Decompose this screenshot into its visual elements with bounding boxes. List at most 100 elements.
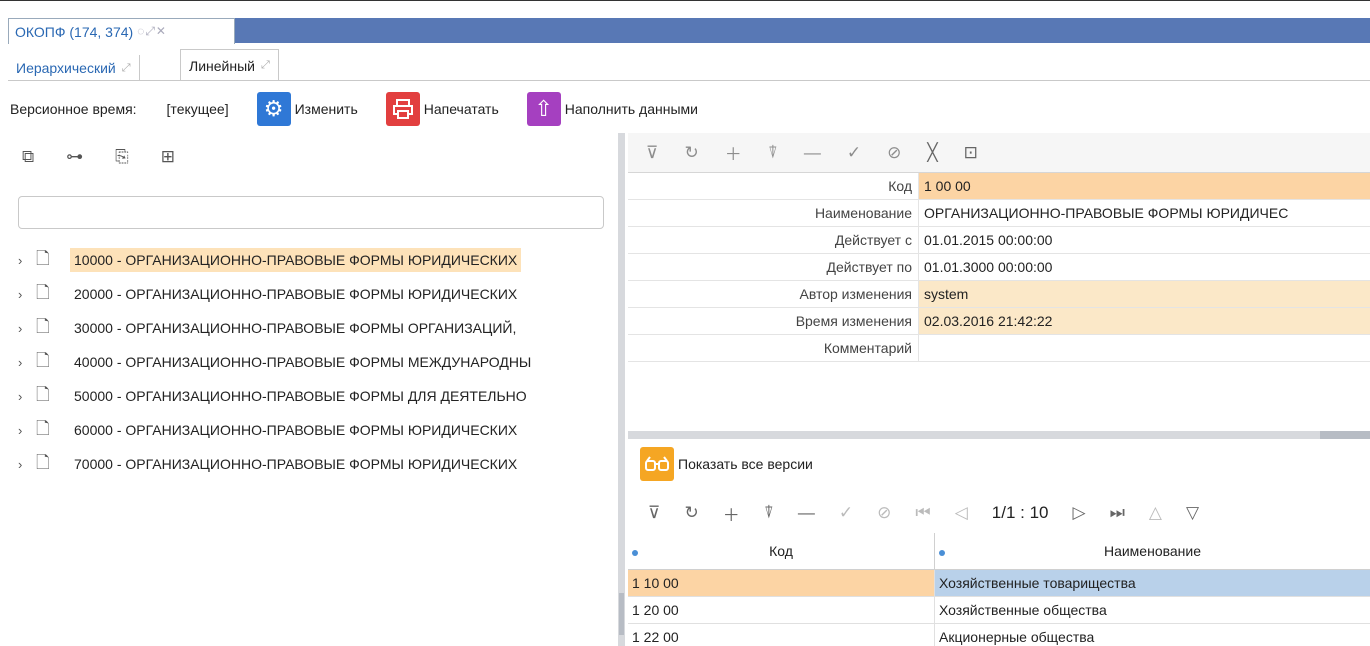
refresh-icon[interactable]: ↻ [684, 143, 698, 163]
detail-value[interactable]: 01.01.3000 00:00:00 [919, 254, 1370, 280]
chevron-right-icon[interactable]: › [18, 287, 30, 302]
table-row[interactable]: 1 10 00 Хозяйственные товарищества [628, 570, 1370, 597]
detail-value[interactable]: ОРГАНИЗАЦИОННО-ПРАВОВЫЕ ФОРМЫ ЮРИДИЧЕС [919, 200, 1370, 226]
print-button[interactable]: Напечатать [385, 92, 499, 126]
expand-icon[interactable]: ⤢ [261, 59, 270, 72]
chevron-right-icon[interactable]: › [18, 389, 30, 404]
first-page-icon[interactable]: ⏮ [915, 503, 930, 523]
table-cell-code[interactable]: 1 10 00 [628, 570, 935, 596]
check-icon[interactable]: ✓ [839, 503, 853, 523]
cancel-icon[interactable]: ⊘ [887, 143, 901, 163]
expand-icon[interactable]: ⤢ [122, 62, 131, 75]
add-icon[interactable]: ＋ [723, 501, 740, 526]
table-cell-name[interactable]: Хозяйственные товарищества [935, 570, 1370, 596]
horizontal-splitter[interactable] [628, 431, 1370, 439]
tree-search-input[interactable] [18, 196, 604, 229]
view-tabs: Иерархический ⤢ Линейный ⤢ [8, 45, 1370, 81]
detail-row-name[interactable]: Наименование ОРГАНИЗАЦИОННО-ПРАВОВЫЕ ФОР… [628, 200, 1370, 227]
printer-icon [385, 92, 420, 126]
document-tab[interactable]: ОКОПФ (174, 374) ◌⤢✕ [8, 18, 235, 44]
document-icon: 🗋 [36, 418, 50, 438]
column-header-label: Наименование [1103, 543, 1202, 559]
filter-value-icon[interactable]: ⍒ [764, 503, 774, 523]
sort-down-icon[interactable]: ▽ [1186, 503, 1199, 523]
paste-icon[interactable]: ⎘ [115, 147, 129, 167]
tab-linear[interactable]: Линейный ⤢ [180, 49, 279, 81]
tab-linear-label: Линейный [189, 57, 255, 74]
refresh-icon[interactable]: ↻ [684, 503, 698, 523]
table-header: Код Наименование [628, 533, 1370, 570]
collapse-icon[interactable]: ⊡ [964, 143, 978, 163]
filter-icon[interactable]: ⊽ [646, 143, 658, 163]
column-header-name[interactable]: Наименование [935, 533, 1370, 569]
column-header-code[interactable]: Код [628, 533, 935, 569]
table-cell-name[interactable]: Акционерные общества [935, 624, 1370, 646]
detail-value[interactable] [919, 335, 1370, 361]
detail-value[interactable]: 01.01.2015 00:00:00 [919, 227, 1370, 253]
cancel-icon[interactable]: ⊘ [877, 503, 891, 523]
table-cell-name[interactable]: Хозяйственные общества [935, 597, 1370, 623]
next-page-icon[interactable]: ▷ [1073, 503, 1086, 523]
splitter-grip[interactable] [619, 593, 624, 635]
column-marker-icon [939, 550, 945, 556]
chevron-right-icon[interactable]: › [18, 423, 30, 438]
table-row[interactable]: 1 22 00 Акционерные общества [628, 624, 1370, 646]
add-icon[interactable]: ＋ [725, 140, 742, 165]
tree-item-label: 60000 - ОРГАНИЗАЦИОННО-ПРАВОВЫЕ ФОРМЫ ЮР… [74, 422, 518, 438]
detail-value[interactable]: 02.03.2016 21:42:22 [919, 308, 1370, 334]
chevron-right-icon[interactable]: › [18, 253, 30, 268]
filter-icon[interactable]: ⊽ [648, 503, 660, 523]
copy-icon[interactable]: ⧉ [22, 147, 34, 167]
version-time-value: [текущее] [166, 101, 229, 117]
detail-key: Комментарий [628, 335, 919, 361]
tree-list: › 🗋 10000 - ОРГАНИЗАЦИОННО-ПРАВОВЫЕ ФОРМ… [18, 243, 614, 481]
last-page-icon[interactable]: ⏭ [1110, 503, 1125, 523]
detail-row-code[interactable]: Код 1 00 00 [628, 173, 1370, 200]
detail-row-valid-from[interactable]: Действует с 01.01.2015 00:00:00 [628, 227, 1370, 254]
hierarchy-add-icon[interactable]: ⊞ [161, 147, 175, 167]
sort-up-icon[interactable]: △ [1149, 503, 1162, 523]
chevron-right-icon[interactable]: › [18, 355, 30, 370]
tab-hierarchical[interactable]: Иерархический ⤢ [8, 55, 140, 81]
chevron-right-icon[interactable]: › [18, 321, 30, 336]
table-row[interactable]: 1 20 00 Хозяйственные общества [628, 597, 1370, 624]
tree-item[interactable]: › 🗋 20000 - ОРГАНИЗАЦИОННО-ПРАВОВЫЕ ФОРМ… [18, 277, 614, 311]
detail-value[interactable]: system [919, 281, 1370, 307]
fill-data-button[interactable]: ⇧ Наполнить данными [526, 92, 698, 126]
vertical-splitter[interactable] [618, 133, 625, 646]
splitter-grip[interactable] [1320, 431, 1370, 439]
show-all-versions-label: Показать все версии [678, 456, 813, 472]
tree-item[interactable]: › 🗋 40000 - ОРГАНИЗАЦИОННО-ПРАВОВЫЕ ФОРМ… [18, 345, 614, 379]
show-all-versions-button[interactable]: Показать все версии [640, 447, 813, 481]
tree-item[interactable]: › 🗋 10000 - ОРГАНИЗАЦИОННО-ПРАВОВЫЕ ФОРМ… [18, 243, 614, 277]
tree-item[interactable]: › 🗋 70000 - ОРГАНИЗАЦИОННО-ПРАВОВЫЕ ФОРМ… [18, 447, 614, 481]
pager-status: 1/1 : 10 [991, 503, 1049, 522]
detail-toolbar: ⊽ ↻ ＋ ⍒ — ✓ ⊘ ╳ ⊡ [628, 133, 1370, 173]
filter-value-icon[interactable]: ⍒ [768, 143, 778, 163]
add-child-node-icon[interactable]: ⊶ [66, 147, 83, 167]
detail-row-comment[interactable]: Комментарий [628, 335, 1370, 362]
detail-value[interactable]: 1 00 00 [919, 173, 1370, 199]
table-cell-code[interactable]: 1 20 00 [628, 597, 935, 623]
detail-key: Наименование [628, 200, 919, 226]
change-button[interactable]: ⚙ Изменить [256, 92, 358, 126]
document-icon: 🗋 [36, 384, 50, 404]
detail-row-author[interactable]: Автор изменения system [628, 281, 1370, 308]
prev-page-icon[interactable]: ◁ [955, 503, 968, 523]
version-toolbar: Версионное время: [текущее] ⚙ Изменить Н… [8, 89, 1370, 129]
tab-controls-icon[interactable]: ◌⤢✕ [137, 24, 167, 39]
remove-icon[interactable]: — [798, 503, 815, 523]
versions-toolbar: ⊽ ↻ ＋ ⍒ — ✓ ⊘ ⏮ ◁ 1/1 : 10 ▷ ⏭ △ ▽ [640, 493, 1370, 533]
table-cell-code[interactable]: 1 22 00 [628, 624, 935, 646]
detail-row-valid-to[interactable]: Действует по 01.01.3000 00:00:00 [628, 254, 1370, 281]
tree-item[interactable]: › 🗋 60000 - ОРГАНИЗАЦИОННО-ПРАВОВЫЕ ФОРМ… [18, 413, 614, 447]
tree-item[interactable]: › 🗋 50000 - ОРГАНИЗАЦИОННО-ПРАВОВЫЕ ФОРМ… [18, 379, 614, 413]
tree-item[interactable]: › 🗋 30000 - ОРГАНИЗАЦИОННО-ПРАВОВЫЕ ФОРМ… [18, 311, 614, 345]
remove-icon[interactable]: — [804, 143, 821, 163]
close-icon[interactable]: ╳ [927, 143, 937, 163]
chevron-right-icon[interactable]: › [18, 457, 30, 472]
check-icon[interactable]: ✓ [847, 143, 861, 163]
detail-key: Действует с [628, 227, 919, 253]
detail-key: Код [628, 173, 919, 199]
detail-row-modified-time[interactable]: Время изменения 02.03.2016 21:42:22 [628, 308, 1370, 335]
